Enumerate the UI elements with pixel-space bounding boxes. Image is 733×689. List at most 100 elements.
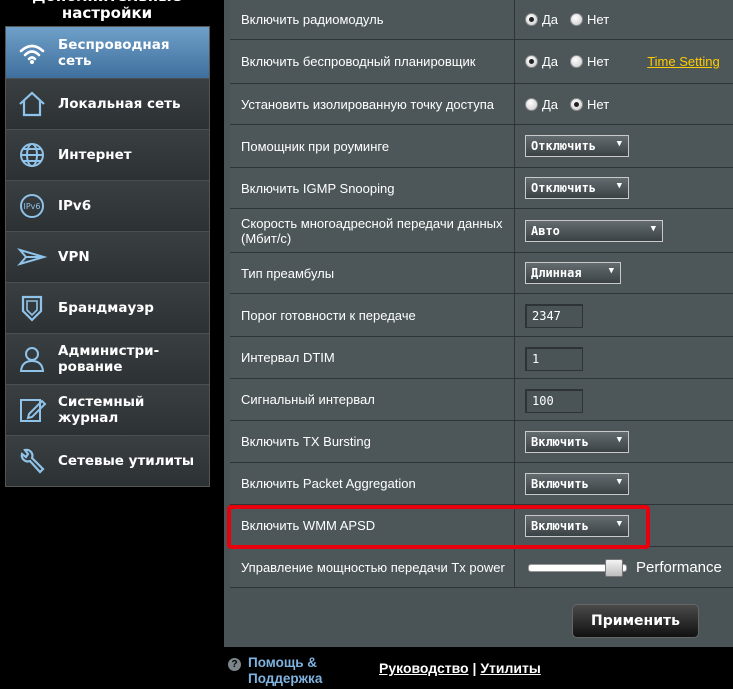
ipv6-icon: IPv6 [6,181,58,232]
sidebar-header: Дополнительные настройки [32,0,182,22]
row-tx-bursting: Включить TX Bursting Включить ▼ [230,421,733,463]
row-wmm-apsd: Включить WMM APSD Включить ▼ [230,505,733,547]
dropdown-arrow-icon: ▼ [608,266,614,276]
help-support-label: Помощь & Поддержка [248,655,323,686]
select-value: Включить [531,434,589,449]
sidebar-item-label: VPN [58,249,90,265]
row-label: Интервал DTIM [230,337,515,378]
row-igmp: Включить IGMP Snooping Отключить ▼ [230,168,733,209]
sidebar-item-label: Администри- рование [58,343,160,375]
row-label: Включить TX Bursting [230,421,515,462]
globe-icon [6,130,58,181]
rts-threshold-input[interactable]: 2347 [525,304,583,328]
dropdown-arrow-icon: ▼ [616,181,622,191]
svg-text:IPv6: IPv6 [23,202,40,211]
packet-aggregation-select[interactable]: Включить ▼ [525,472,629,495]
row-label: Включить WMM APSD [230,505,515,546]
multicast-rate-select[interactable]: Авто ▼ [525,219,663,242]
home-icon [6,79,58,130]
row-rts: Порог готовности к передаче 2347 [230,294,733,337]
select-value: Авто [531,223,560,238]
dropdown-arrow-icon: ▼ [616,139,622,149]
radio-no-label: Нет [587,96,610,112]
row-radio-module: Включить радиомодуль Да Нет [230,0,733,40]
radio-yes-label: Да [542,96,559,112]
dropdown-arrow-icon: ▼ [616,518,622,529]
dtim-interval-input[interactable]: 1 [525,346,583,371]
radio-yes-label: Да [542,54,559,69]
admin-user-icon [6,334,58,385]
row-label: Включить Packet Aggregation [230,463,515,504]
dropdown-arrow-icon: ▼ [616,476,622,487]
manual-link[interactable]: Руководство [379,660,469,676]
sidebar-item-ipv6[interactable]: IPv6 IPv6 [6,180,209,231]
radio-no[interactable] [570,13,584,26]
row-beacon: Сигнальный интервал 100 [230,379,733,421]
radio-no-label: Нет [587,54,610,69]
sidebar-item-label: Беспроводная сеть [58,36,170,69]
select-value: Включить [531,476,589,491]
sidebar-item-syslog[interactable]: Системный журнал [6,384,209,435]
sidebar-item-label: Локальная сеть [58,96,181,112]
radio-yes[interactable] [525,55,538,68]
row-packet-aggregation: Включить Packet Aggregation Включить ▼ [230,463,733,505]
apply-button[interactable]: Применить [572,604,699,638]
row-label: Включить IGMP Snooping [230,168,515,208]
utilities-link[interactable]: Утилиты [480,660,540,676]
select-value: Включить [531,518,589,533]
tools-icon [6,436,58,487]
tx-power-slider[interactable] [528,559,627,577]
select-value: Отключить [531,181,597,195]
slider-thumb[interactable] [605,559,623,577]
row-label: Скорость многоадресной передачи данных (… [230,209,515,252]
row-label: Установить изолированную точку доступа [230,84,515,124]
select-value: Отключить [531,139,597,153]
row-label: Тип преамбулы [230,253,515,293]
beacon-interval-input[interactable]: 100 [525,388,583,413]
igmp-select[interactable]: Отключить ▼ [525,177,629,199]
row-label: Порог готовности к передаче [230,294,515,336]
sidebar: Дополнительные настройки Беспроводная се… [0,0,215,689]
time-setting-link[interactable]: Time Setting [647,54,720,69]
row-label: Помощник при роуминге [230,125,515,167]
row-label: Управление мощностью передачи Tx power [230,547,515,587]
row-label: Включить радиомодуль [230,0,515,39]
sidebar-item-vpn[interactable]: VPN [6,231,209,282]
roaming-select[interactable]: Отключить ▼ [525,135,629,157]
sidebar-item-network-tools[interactable]: Сетевые утилиты [6,435,209,486]
footer-links: Руководство | Утилиты [379,660,541,676]
sidebar-item-lan[interactable]: Локальная сеть [6,78,209,129]
radio-no[interactable] [570,97,584,111]
row-tx-power: Управление мощностью передачи Tx power P… [230,547,733,588]
row-scheduler: Включить беспроводный планировщик Да Нет… [230,40,733,84]
select-value: Длинная [531,266,582,280]
settings-table: Включить радиомодуль Да Нет Включить бес… [230,0,733,588]
row-dtim: Интервал DTIM 1 [230,337,733,379]
preamble-select[interactable]: Длинная ▼ [525,262,621,284]
help-support-link[interactable]: ? Помощь & Поддержка [228,655,322,687]
sidebar-item-wireless[interactable]: Беспроводная сеть [6,27,209,78]
radio-yes[interactable] [525,13,538,26]
radio-no[interactable] [570,55,584,68]
radio-yes[interactable] [525,97,538,111]
wifi-icon [6,27,58,78]
sidebar-item-label: Сетевые утилиты [58,453,195,469]
sidebar-item-admin[interactable]: Администри- рование [6,333,209,384]
row-label: Включить беспроводный планировщик [230,40,515,83]
radio-yes-label: Да [542,12,559,27]
vpn-icon [6,232,58,283]
question-icon: ? [228,658,241,671]
dropdown-arrow-icon: ▼ [616,434,622,445]
footer-separator: | [468,660,481,676]
tx-power-value: Performance [636,558,722,576]
sidebar-item-label: Системный журнал [58,394,145,426]
sidebar-item-internet[interactable]: Интернет [6,129,209,180]
row-label: Сигнальный интервал [230,379,515,420]
row-roaming: Помощник при роуминге Отключить ▼ [230,125,733,168]
tx-bursting-select[interactable]: Включить ▼ [525,430,629,453]
radio-no-label: Нет [587,12,610,27]
wmm-apsd-select[interactable]: Включить ▼ [525,514,629,537]
sidebar-item-firewall[interactable]: Брандмауэр [6,282,209,333]
sidebar-menu: Беспроводная сеть Локальная сеть Интерне… [5,26,210,487]
row-multicast-rate: Скорость многоадресной передачи данных (… [230,209,733,253]
